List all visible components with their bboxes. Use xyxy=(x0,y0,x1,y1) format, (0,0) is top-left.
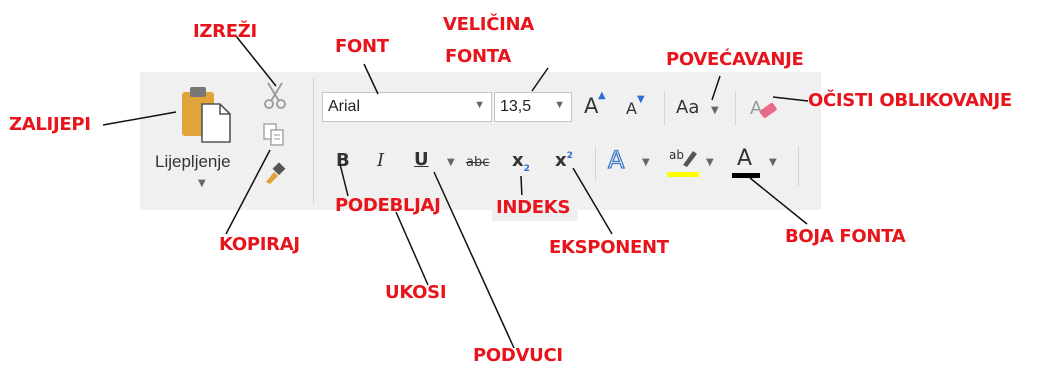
callout-grow-case: POVEĆAVANJE xyxy=(666,49,804,70)
callout-underline: PODVUCI xyxy=(473,345,563,366)
callout-font-size-line1: VELIČINA xyxy=(443,14,534,35)
callout-italic: UKOSI xyxy=(385,282,447,303)
callout-cut: IZREŽI xyxy=(193,21,257,42)
callout-subscript: INDEKS xyxy=(496,197,571,218)
callout-font-color: BOJA FONTA xyxy=(785,226,906,247)
callout-bold: PODEBLJAJ xyxy=(335,195,441,216)
callout-copy: KOPIRAJ xyxy=(219,234,300,255)
callout-clear-formatting: OČISTI OBLIKOVANJE xyxy=(808,90,1012,111)
callout-superscript: EKSPONENT xyxy=(549,237,669,258)
callout-lines xyxy=(102,35,809,349)
callout-font: FONT xyxy=(335,36,389,57)
callout-paste: ZALIJEPI xyxy=(9,114,91,135)
callout-font-size-line2: FONTA xyxy=(445,46,511,67)
